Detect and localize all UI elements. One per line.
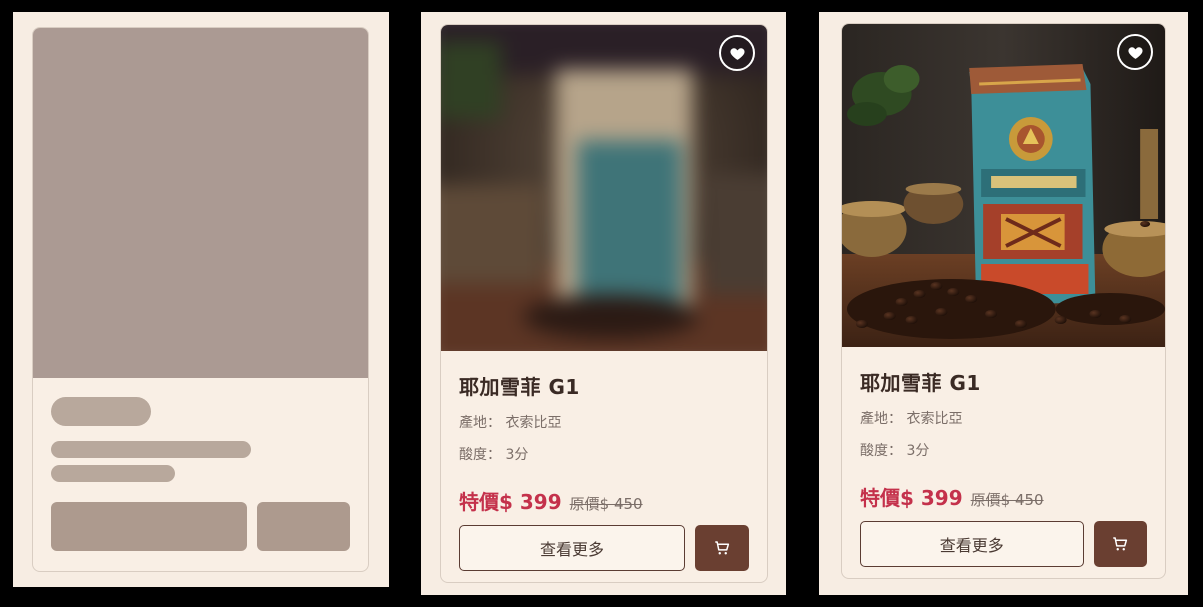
special-price: 特價$ 399	[459, 490, 562, 514]
origin-row: 產地： 衣索比亞	[860, 408, 1147, 428]
skeleton-title	[51, 397, 151, 426]
acidity-label: 酸度：	[860, 443, 902, 459]
price-row: 特價$ 399 原價$ 450	[459, 486, 749, 515]
origin-value: 衣索比亞	[906, 411, 963, 427]
acidity-value: 3分	[505, 447, 529, 463]
cart-icon	[1113, 537, 1128, 551]
favorite-button[interactable]	[1117, 34, 1153, 70]
origin-value: 衣索比亞	[505, 415, 562, 431]
product-info: 耶加雪菲 G1 產地： 衣索比亞 酸度： 3分 特價$ 399 原價$ 450 …	[860, 363, 1147, 567]
original-price: 原價$ 450	[569, 495, 643, 513]
skeleton-button	[51, 502, 247, 551]
cart-icon	[715, 541, 730, 555]
card-actions: 查看更多	[860, 521, 1147, 567]
origin-label: 產地：	[860, 411, 902, 427]
price-row: 特價$ 399 原價$ 450	[860, 482, 1147, 511]
product-name: 耶加雪菲 G1	[459, 375, 580, 399]
original-price: 原價$ 450	[970, 491, 1044, 509]
skeleton-image	[33, 28, 368, 378]
skeleton-button	[257, 502, 350, 551]
add-to-cart-button[interactable]	[1093, 521, 1147, 567]
skeleton-card	[32, 27, 369, 572]
product-image	[842, 24, 1165, 347]
view-more-button[interactable]: 查看更多	[459, 525, 685, 571]
product-card: 耶加雪菲 G1 產地： 衣索比亞 酸度： 3分 特價$ 399 原價$ 450 …	[841, 23, 1166, 579]
special-price: 特價$ 399	[860, 486, 963, 510]
skeleton-line	[51, 441, 251, 458]
product-image	[441, 25, 767, 351]
product-panel-loading: 耶加雪菲 G1 產地： 衣索比亞 酸度： 3分 特價$ 399 原價$ 450 …	[421, 12, 786, 595]
acidity-row: 酸度： 3分	[860, 440, 1147, 460]
product-panel-loaded: 耶加雪菲 G1 產地： 衣索比亞 酸度： 3分 特價$ 399 原價$ 450 …	[819, 12, 1188, 595]
heart-icon	[729, 47, 745, 60]
origin-label: 產地：	[459, 415, 501, 431]
product-card: 耶加雪菲 G1 產地： 衣索比亞 酸度： 3分 特價$ 399 原價$ 450 …	[440, 24, 768, 583]
skeleton-panel	[13, 12, 389, 587]
heart-icon	[1127, 46, 1143, 59]
skeleton-line	[51, 465, 175, 482]
view-more-button[interactable]: 查看更多	[860, 521, 1084, 567]
acidity-label: 酸度：	[459, 447, 501, 463]
add-to-cart-button[interactable]	[695, 525, 749, 571]
card-actions: 查看更多	[459, 525, 749, 571]
acidity-value: 3分	[906, 443, 930, 459]
product-info: 耶加雪菲 G1 產地： 衣索比亞 酸度： 3分 特價$ 399 原價$ 450 …	[459, 367, 749, 571]
acidity-row: 酸度： 3分	[459, 444, 749, 464]
favorite-button[interactable]	[719, 35, 755, 71]
origin-row: 產地： 衣索比亞	[459, 412, 749, 432]
product-name: 耶加雪菲 G1	[860, 371, 981, 395]
